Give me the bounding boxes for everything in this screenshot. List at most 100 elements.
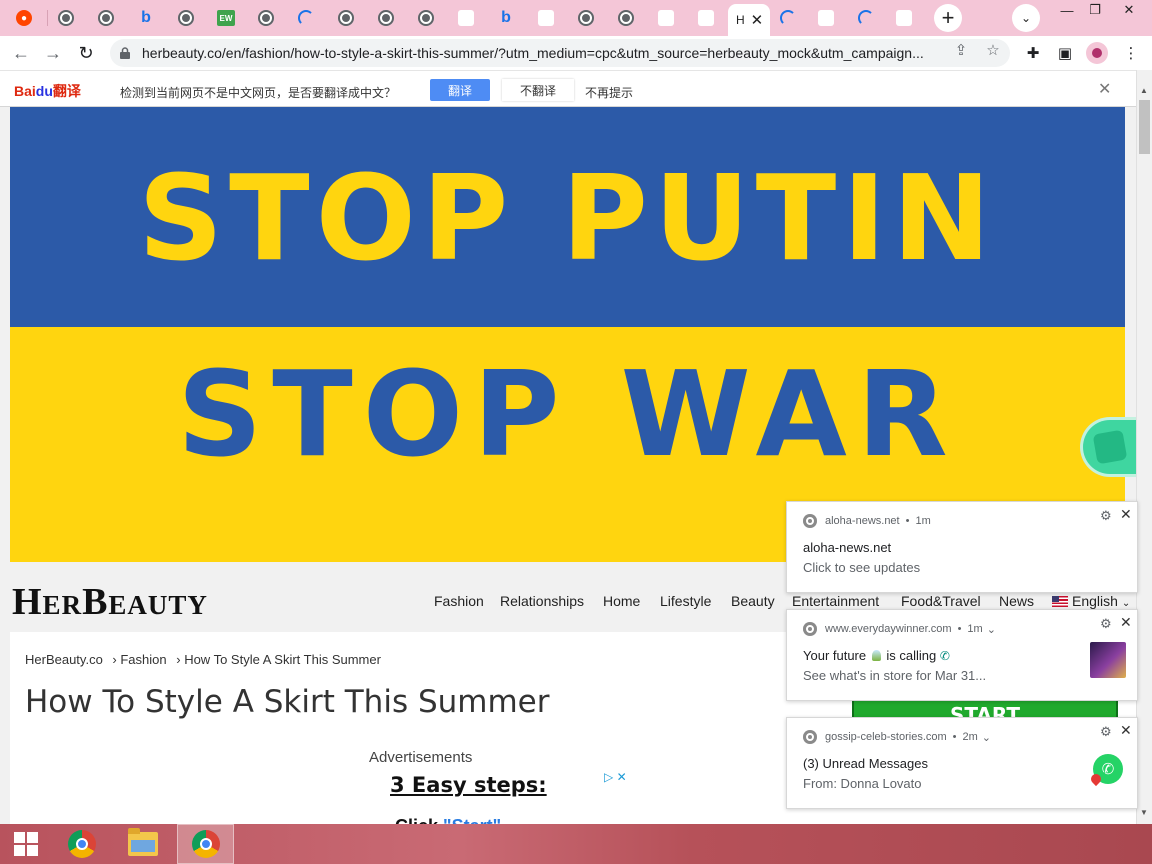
close-icon[interactable]: ✕: [1120, 506, 1132, 523]
tab-bing-1[interactable]: b: [126, 3, 166, 33]
menu-kebab-icon[interactable]: ⋮: [1120, 42, 1142, 64]
tab-globe-3[interactable]: [166, 3, 206, 33]
restore-button[interactable]: ❐: [1078, 0, 1112, 20]
tab-ew[interactable]: EW: [206, 3, 246, 33]
tab-blank-6[interactable]: [884, 3, 924, 33]
close-icon[interactable]: ✕: [1120, 614, 1132, 631]
tab-globe-5[interactable]: [326, 3, 366, 33]
scroll-thumb[interactable]: [1139, 100, 1150, 154]
taskbar-chrome[interactable]: [56, 824, 108, 864]
tab-globe-8[interactable]: [566, 3, 606, 33]
chevron-down-icon[interactable]: ⌄: [982, 731, 991, 744]
new-tab-button[interactable]: +: [934, 4, 962, 32]
nav-fashion[interactable]: Fashion: [434, 593, 484, 609]
tab-globe-2[interactable]: [86, 3, 126, 33]
arrow-left-icon: ←: [12, 42, 30, 63]
chevron-down-icon: ⌄: [1020, 11, 1032, 25]
article-body: HerBeauty.co › Fashion › How To Style A …: [10, 632, 838, 824]
page-scrollbar[interactable]: ▲ ▼: [1136, 70, 1152, 824]
site-logo[interactable]: HerBeauty: [12, 580, 208, 624]
breadcrumb-current: › How To Style A Skirt This Summer: [176, 652, 381, 667]
gear-icon[interactable]: ⚙: [1100, 508, 1112, 524]
nav-home[interactable]: Home: [603, 593, 640, 609]
notification-aloha[interactable]: aloha-news.net • 1m ⚙ ✕ aloha-news.net C…: [786, 501, 1138, 593]
ad-heading[interactable]: 3 Easy steps:: [390, 773, 547, 797]
ad-step-text[interactable]: Click "Start": [395, 816, 501, 824]
taskbar-chrome-profile[interactable]: [177, 824, 234, 864]
nav-food-travel[interactable]: Food&Travel: [901, 593, 981, 609]
side-panel-icon[interactable]: ▣: [1054, 42, 1076, 64]
floating-chat-widget[interactable]: [1083, 420, 1136, 474]
tab-blank-2[interactable]: [526, 3, 566, 33]
chevron-down-icon[interactable]: ⌄: [987, 623, 996, 636]
tab-globe-6[interactable]: [366, 3, 406, 33]
language-selector[interactable]: English ⌄: [1052, 593, 1130, 609]
start-button[interactable]: [0, 824, 52, 864]
gear-icon[interactable]: ⚙: [1100, 616, 1112, 632]
tab-reddit[interactable]: ●: [4, 3, 44, 33]
tab-globe-1[interactable]: [46, 3, 86, 33]
us-flag-icon: [1052, 596, 1068, 607]
close-icon[interactable]: ✕: [1120, 722, 1132, 739]
tab-blank-5[interactable]: [806, 3, 846, 33]
tab-loading-3[interactable]: [846, 3, 886, 33]
tab-loading-2[interactable]: [768, 3, 808, 33]
reload-button[interactable]: ↻: [73, 40, 99, 66]
tab-active-title: H: [736, 13, 745, 27]
ad-step-link[interactable]: "Start": [443, 816, 501, 824]
notification-title-part-b: is calling: [886, 648, 937, 663]
tab-bing-2[interactable]: b: [486, 3, 526, 33]
taskbar-file-explorer[interactable]: [117, 824, 169, 864]
globe-icon: [178, 10, 194, 26]
blank-page-icon: [896, 10, 912, 26]
notification-gossip[interactable]: gossip-celeb-stories.com • 2m ⌄ ⚙ ✕ (3) …: [786, 717, 1138, 809]
tab-globe-4[interactable]: [246, 3, 286, 33]
gear-icon[interactable]: ⚙: [1100, 724, 1112, 740]
globe-icon: [618, 10, 634, 26]
tab-loading-1[interactable]: [286, 3, 326, 33]
tab-globe-9[interactable]: [606, 3, 646, 33]
chrome-icon: [191, 830, 220, 858]
translate-button[interactable]: 翻译: [430, 79, 490, 101]
blank-page-icon: [818, 10, 834, 26]
tab-search-button[interactable]: ⌄: [1012, 4, 1040, 32]
ew-icon: EW: [217, 10, 235, 26]
scroll-up-arrow-icon[interactable]: ▲: [1140, 86, 1148, 95]
avatar: [1086, 42, 1108, 64]
crystal-ball-icon: [871, 650, 881, 661]
bookmark-star-icon[interactable]: ☆: [984, 41, 1002, 59]
tab-blank-1[interactable]: [446, 3, 486, 33]
close-window-button[interactable]: ✕: [1112, 0, 1146, 20]
notification-time: 1m: [915, 515, 931, 527]
close-icon[interactable]: ✕: [1098, 79, 1111, 99]
tab-blank-3[interactable]: [646, 3, 686, 33]
no-translate-button[interactable]: 不翻译: [502, 79, 574, 101]
nav-entertainment[interactable]: Entertainment: [792, 593, 879, 609]
address-bar[interactable]: herbeauty.co/en/fashion/how-to-style-a-s…: [110, 39, 1010, 67]
nav-beauty[interactable]: Beauty: [731, 593, 775, 609]
scroll-down-arrow-icon[interactable]: ▼: [1140, 808, 1148, 817]
nav-news[interactable]: News: [999, 593, 1034, 609]
nav-lifestyle[interactable]: Lifestyle: [660, 593, 711, 609]
reddit-icon: ●: [16, 10, 32, 26]
page-title: How To Style A Skirt This Summer: [25, 684, 550, 720]
share-icon[interactable]: ⇪: [952, 41, 970, 59]
no-remind-link[interactable]: 不再提示: [585, 84, 633, 101]
adchoices-icon[interactable]: ▷ ✕: [604, 770, 627, 784]
nav-relationships[interactable]: Relationships: [500, 593, 584, 609]
profile-button[interactable]: [1086, 42, 1108, 64]
globe-icon: [258, 10, 274, 26]
tab-active[interactable]: H ✕: [728, 4, 770, 36]
blank-page-icon: [658, 10, 674, 26]
tab-close-icon[interactable]: ✕: [751, 11, 764, 29]
chevron-down-icon: ⌄: [1121, 598, 1131, 609]
phone-icon: ✆: [939, 649, 950, 663]
breadcrumb-fashion[interactable]: › Fashion: [112, 652, 166, 667]
back-button[interactable]: ←: [8, 40, 34, 66]
breadcrumb-home[interactable]: HerBeauty.co: [25, 652, 103, 667]
tab-blank-4[interactable]: [686, 3, 726, 33]
notification-everydaywinner[interactable]: www.everydaywinner.com • 1m ⌄ ⚙ ✕ Your f…: [786, 609, 1138, 701]
tab-globe-7[interactable]: [406, 3, 446, 33]
extensions-icon[interactable]: ✚: [1022, 42, 1044, 64]
forward-button[interactable]: →: [40, 40, 66, 66]
